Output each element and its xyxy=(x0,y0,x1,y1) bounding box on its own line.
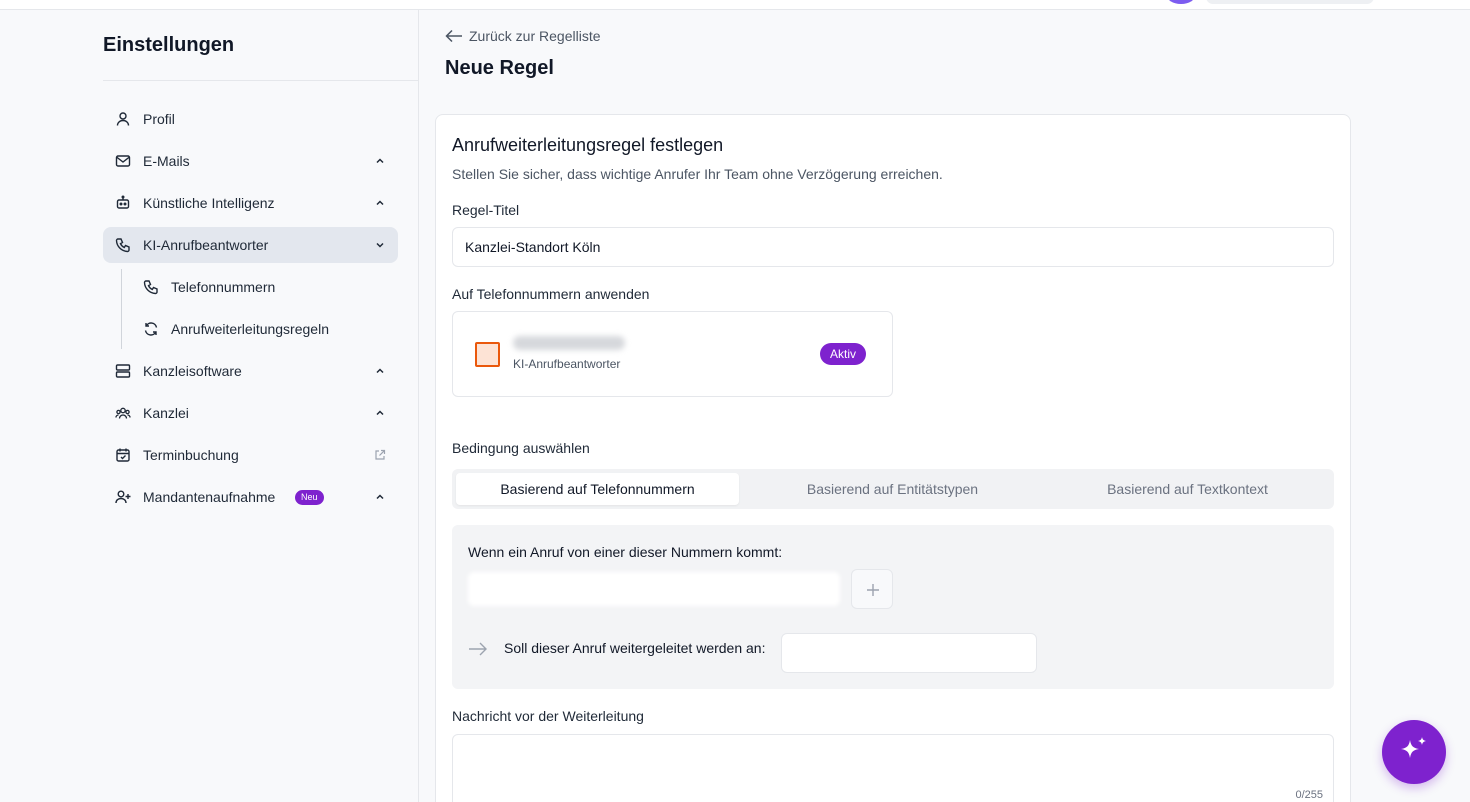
user-icon xyxy=(116,112,130,126)
chevron-up-icon xyxy=(376,368,384,374)
sidebar-subitem-label: Telefonnummern xyxy=(171,279,276,295)
sidebar-item-ki-anrufbeantworter[interactable]: KI-Anrufbeantworter xyxy=(103,227,398,263)
sidebar-item-label: E-Mails xyxy=(143,153,190,169)
apply-to-numbers-label: Auf Telefonnummern anwenden xyxy=(452,286,650,302)
sidebar-item-label: Kanzleisoftware xyxy=(143,363,242,379)
sidebar-item-label: Kanzlei xyxy=(143,405,189,421)
sparkle-icon xyxy=(1401,737,1426,758)
arrow-right-icon xyxy=(469,642,487,656)
tab-entity-types[interactable]: Basierend auf Entitätstypen xyxy=(751,473,1034,505)
plus-icon xyxy=(867,584,879,596)
message-textarea[interactable]: 0/255 xyxy=(452,734,1334,802)
top-bar xyxy=(0,0,1470,10)
settings-sidebar: Einstellungen Profil E-Mails Künstliche … xyxy=(0,10,419,802)
sidebar-item-label: Terminbuchung xyxy=(143,447,239,463)
phone-icon xyxy=(115,238,130,253)
incoming-number-input[interactable] xyxy=(468,572,840,606)
sidebar-item-label: KI-Anrufbeantworter xyxy=(143,237,269,253)
sidebar-item-profil[interactable]: Profil xyxy=(103,101,398,137)
rule-form-card: Anrufweiterleitungsregel festlegen Stell… xyxy=(435,114,1351,802)
condition-label: Bedingung auswählen xyxy=(452,440,590,456)
robot-icon xyxy=(116,195,130,209)
account-pill[interactable] xyxy=(1206,0,1374,4)
sidebar-item-terminbuchung[interactable]: Terminbuchung xyxy=(103,437,398,473)
sidebar-subitem-label: Anrufweiterleitungsregeln xyxy=(171,321,329,337)
refresh-icon xyxy=(144,322,158,336)
message-label: Nachricht vor der Weiterleitung xyxy=(452,708,644,724)
ai-assistant-button[interactable] xyxy=(1382,720,1446,784)
chevron-up-icon xyxy=(376,494,384,500)
card-title: Anrufweiterleitungsregel festlegen xyxy=(452,135,724,155)
sidebar-item-kanzleisoftware[interactable]: Kanzleisoftware xyxy=(103,353,398,389)
arrow-left-icon xyxy=(445,29,462,43)
calendar-icon xyxy=(116,448,130,462)
mail-icon xyxy=(115,155,131,167)
new-badge: Neu xyxy=(295,490,324,505)
user-plus-icon xyxy=(115,490,131,504)
phone-number-checkbox[interactable] xyxy=(475,342,500,367)
page-title: Neue Regel xyxy=(445,57,554,79)
submenu-guide-line xyxy=(121,269,122,349)
sidebar-item-mandantenaufnahme[interactable]: Mandantenaufnahme Neu xyxy=(103,479,398,515)
forward-to-label: Soll dieser Anruf weitergeleitet werden … xyxy=(504,640,766,656)
avatar[interactable] xyxy=(1166,0,1196,4)
chevron-down-icon xyxy=(376,242,384,248)
phone-number-card[interactable]: KI-Anrufbeantworter Aktiv xyxy=(452,311,893,397)
sidebar-subitem-telefonnummern[interactable]: Telefonnummern xyxy=(131,269,398,305)
back-link-label: Zurück zur Regelliste xyxy=(469,28,601,44)
external-link-icon xyxy=(375,449,386,460)
sidebar-item-emails[interactable]: E-Mails xyxy=(103,143,398,179)
sidebar-item-kuenstliche-intelligenz[interactable]: Künstliche Intelligenz xyxy=(103,185,398,221)
condition-tabs: Basierend auf Telefonnummern Basierend a… xyxy=(452,469,1334,509)
status-badge: Aktiv xyxy=(820,343,867,365)
incoming-numbers-label: Wenn ein Anruf von einer dieser Nummern … xyxy=(468,544,783,560)
chevron-up-icon xyxy=(376,158,384,164)
sidebar-subitem-anrufweiterleitungsregeln[interactable]: Anrufweiterleitungsregeln xyxy=(131,311,398,347)
phone-icon xyxy=(143,280,158,295)
sidebar-divider xyxy=(103,80,419,81)
tab-phone-numbers[interactable]: Basierend auf Telefonnummern xyxy=(456,473,739,505)
sidebar-item-label: Mandantenaufnahme xyxy=(143,489,276,505)
tab-text-context[interactable]: Basierend auf Textkontext xyxy=(1046,473,1329,505)
sidebar-item-kanzlei[interactable]: Kanzlei xyxy=(103,395,398,431)
team-icon xyxy=(115,407,131,419)
rule-title-input[interactable] xyxy=(452,227,1334,267)
phone-number-redacted xyxy=(513,336,625,350)
forward-target-input[interactable] xyxy=(781,633,1037,673)
back-to-rule-list-link[interactable]: Zurück zur Regelliste xyxy=(445,26,601,46)
condition-panel: Wenn ein Anruf von einer dieser Nummern … xyxy=(452,525,1334,689)
sidebar-title: Einstellungen xyxy=(103,34,235,56)
server-icon xyxy=(115,364,131,378)
chevron-up-icon xyxy=(376,200,384,206)
sidebar-item-label: Profil xyxy=(143,111,175,127)
rule-title-label: Regel-Titel xyxy=(452,202,520,218)
card-subtitle: Stellen Sie sicher, dass wichtige Anrufe… xyxy=(452,166,943,182)
sidebar-item-label: Künstliche Intelligenz xyxy=(143,195,275,211)
char-count: 0/255 xyxy=(1295,789,1323,801)
phone-number-type: KI-Anrufbeantworter xyxy=(513,357,621,371)
chevron-up-icon xyxy=(376,410,384,416)
add-number-button[interactable] xyxy=(851,569,893,609)
